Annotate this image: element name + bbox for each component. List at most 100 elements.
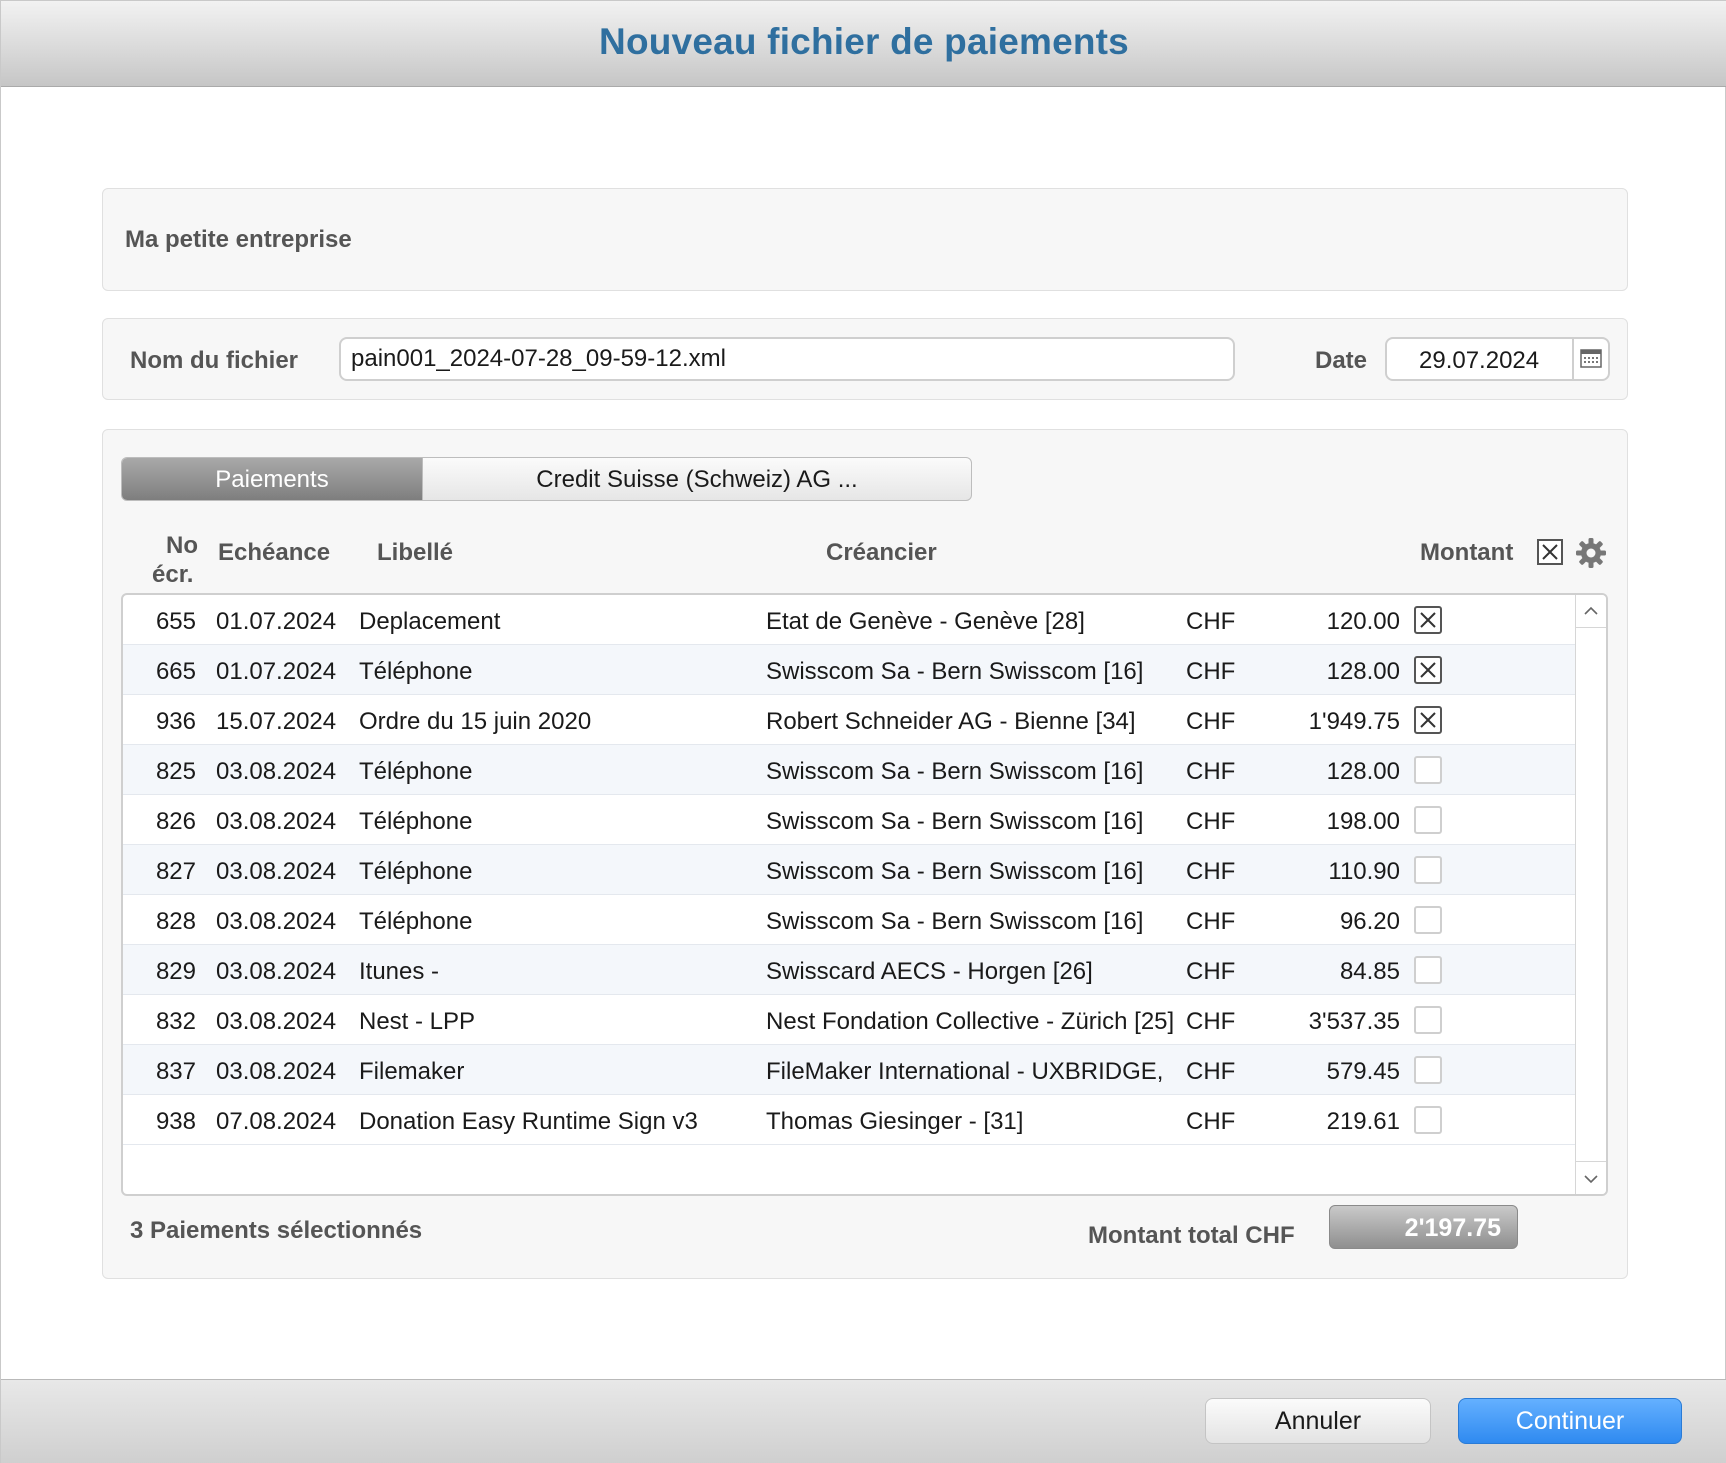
cell-echeance: 03.08.2024 — [216, 858, 337, 885]
cell-echeance: 03.08.2024 — [216, 908, 337, 935]
payments-panel: Paiements Credit Suisse (Schweiz) AG ...… — [102, 429, 1628, 1279]
row-select-checkbox[interactable] — [1414, 706, 1442, 734]
row-select-checkbox[interactable] — [1414, 956, 1442, 984]
table-row[interactable]: 837 03.08.2024 Filemaker FileMaker Internat… — [123, 1045, 1575, 1095]
cancel-button[interactable]: Annuler — [1205, 1398, 1431, 1444]
table-row[interactable]: 655 01.07.2024 Deplacement Etat de Genève -… — [123, 595, 1575, 645]
cell-currency: CHF — [1186, 908, 1236, 935]
cell-creancier: Swisscom Sa - Bern Swisscom [16] — [766, 658, 1144, 685]
row-select-checkbox[interactable] — [1414, 1106, 1442, 1134]
tab-bank-account[interactable]: Credit Suisse (Schweiz) AG ... — [422, 458, 971, 500]
cell-creancier: Robert Schneider AG - Bienne [34] — [766, 708, 1136, 735]
cell-no: 825 — [155, 758, 196, 785]
row-select-checkbox[interactable] — [1414, 806, 1442, 834]
header-creancier[interactable]: Créancier — [826, 539, 937, 567]
cell-libelle: Téléphone — [359, 758, 473, 785]
selected-count: 3 Paiements sélectionnés — [130, 1217, 423, 1244]
row-select-checkbox[interactable] — [1414, 856, 1442, 884]
tab-paiements[interactable]: Paiements — [122, 458, 422, 500]
cell-currency: CHF — [1186, 858, 1236, 885]
tab-bar: Paiements Credit Suisse (Schweiz) AG ... — [121, 457, 972, 501]
row-select-checkbox[interactable] — [1414, 606, 1442, 634]
cell-no: 938 — [155, 1108, 196, 1135]
row-select-checkbox[interactable] — [1414, 756, 1442, 784]
cell-currency: CHF — [1186, 808, 1236, 835]
cell-currency: CHF — [1186, 658, 1236, 685]
cell-amount: 84.85 — [1339, 958, 1400, 985]
cell-amount: 96.20 — [1339, 908, 1400, 935]
table-row[interactable]: 827 03.08.2024 Téléphone Swisscom Sa - Bern… — [123, 845, 1575, 895]
header-montant[interactable]: Montant — [1420, 539, 1513, 567]
cell-libelle: Nest - LPP — [359, 1008, 476, 1035]
chevron-up-icon[interactable] — [1576, 595, 1606, 628]
cell-creancier: Swisscom Sa - Bern Swisscom [16] — [766, 758, 1144, 785]
cell-libelle: Filemaker — [359, 1058, 465, 1085]
checkbox-checked-icon — [1420, 712, 1436, 728]
row-select-checkbox[interactable] — [1414, 1056, 1442, 1084]
checkbox-checked-icon — [1420, 662, 1436, 678]
cell-amount: 120.00 — [1326, 608, 1400, 635]
cell-creancier: Swisscom Sa - Bern Swisscom [16] — [766, 858, 1144, 885]
cell-amount: 1'949.75 — [1308, 708, 1400, 735]
header-echeance[interactable]: Echéance — [218, 539, 330, 567]
table-row[interactable]: 825 03.08.2024 Téléphone Swisscom Sa - Bern… — [123, 745, 1575, 795]
cell-no: 829 — [155, 958, 196, 985]
table-row[interactable]: 832 03.08.2024 Nest - LPP Nest Fondation Co… — [123, 995, 1575, 1045]
company-panel: Ma petite entreprise — [102, 188, 1628, 291]
file-panel: Nom du fichier Date 29.07.2024 — [102, 318, 1628, 400]
cell-creancier: Nest Fondation Collective - Zürich [25] — [766, 1008, 1175, 1035]
header-libelle[interactable]: Libellé — [377, 539, 453, 567]
cell-no: 826 — [155, 808, 196, 835]
cell-amount: 198.00 — [1326, 808, 1400, 835]
cell-libelle: Deplacement — [359, 608, 501, 635]
header-no-line2: écr. — [152, 561, 194, 588]
cell-echeance: 07.08.2024 — [216, 1108, 337, 1135]
file-name-input[interactable] — [339, 337, 1235, 381]
cell-currency: CHF — [1186, 958, 1236, 985]
cell-currency: CHF — [1186, 1058, 1236, 1085]
table-row[interactable]: 938 07.08.2024 Donation Easy Runtime Sign … — [123, 1095, 1575, 1145]
cell-amount: 219.61 — [1326, 1108, 1400, 1135]
cell-currency: CHF — [1186, 1108, 1236, 1135]
cell-no: 828 — [155, 908, 196, 935]
table-row[interactable]: 829 03.08.2024 Itunes - Swisscard AECS - Ho… — [123, 945, 1575, 995]
header-no-line1: No — [166, 532, 198, 559]
select-all-checkbox[interactable] — [1537, 539, 1563, 565]
cell-creancier: Swisscard AECS - Horgen [26] — [766, 958, 1093, 985]
chevron-down-icon[interactable] — [1576, 1161, 1606, 1194]
row-select-checkbox[interactable] — [1414, 656, 1442, 684]
vertical-scrollbar[interactable] — [1575, 595, 1606, 1194]
cell-no: 832 — [155, 1008, 196, 1035]
date-field[interactable]: 29.07.2024 — [1385, 337, 1610, 381]
total-label: Montant total CHF — [1088, 1222, 1295, 1249]
cell-echeance: 03.08.2024 — [216, 958, 337, 985]
cell-no: 665 — [155, 658, 196, 685]
table-row[interactable]: 826 03.08.2024 Téléphone Swisscom Sa - Bern… — [123, 795, 1575, 845]
cell-libelle: Téléphone — [359, 658, 473, 685]
cell-currency: CHF — [1186, 608, 1236, 635]
total-amount-box: 2'197.75 — [1329, 1205, 1518, 1249]
cell-echeance: 03.08.2024 — [216, 808, 337, 835]
cell-no: 655 — [155, 608, 196, 635]
cell-libelle: Téléphone — [359, 908, 473, 935]
continue-button[interactable]: Continuer — [1458, 1398, 1682, 1444]
calendar-icon[interactable] — [1572, 339, 1608, 379]
dialog-title: Nouveau fichier de paiements — [599, 21, 1129, 62]
table-row[interactable]: 828 03.08.2024 Téléphone Swisscom Sa - Bern… — [123, 895, 1575, 945]
table-row[interactable]: 665 01.07.2024 Téléphone Swisscom Sa - Bern… — [123, 645, 1575, 695]
gear-icon[interactable] — [1575, 537, 1607, 569]
cell-echeance: 03.08.2024 — [216, 1008, 337, 1035]
row-select-checkbox[interactable] — [1414, 906, 1442, 934]
table-row[interactable]: 936 15.07.2024 Ordre du 15 juin 2020 Robert… — [123, 695, 1575, 745]
payments-table: 655 01.07.2024 Deplacement Etat de Genève -… — [121, 593, 1608, 1196]
cell-libelle: Donation Easy Runtime Sign v3 — [359, 1108, 698, 1135]
total-amount: 2'197.75 — [1404, 1214, 1501, 1242]
row-select-checkbox[interactable] — [1414, 1006, 1442, 1034]
cell-echeance: 01.07.2024 — [216, 608, 337, 635]
cell-amount: 579.45 — [1326, 1058, 1400, 1085]
cell-libelle: Téléphone — [359, 858, 473, 885]
cell-echeance: 03.08.2024 — [216, 1058, 337, 1085]
cell-amount: 128.00 — [1326, 758, 1400, 785]
date-value[interactable]: 29.07.2024 — [1419, 347, 1539, 375]
company-name: Ma petite entreprise — [125, 226, 352, 253]
